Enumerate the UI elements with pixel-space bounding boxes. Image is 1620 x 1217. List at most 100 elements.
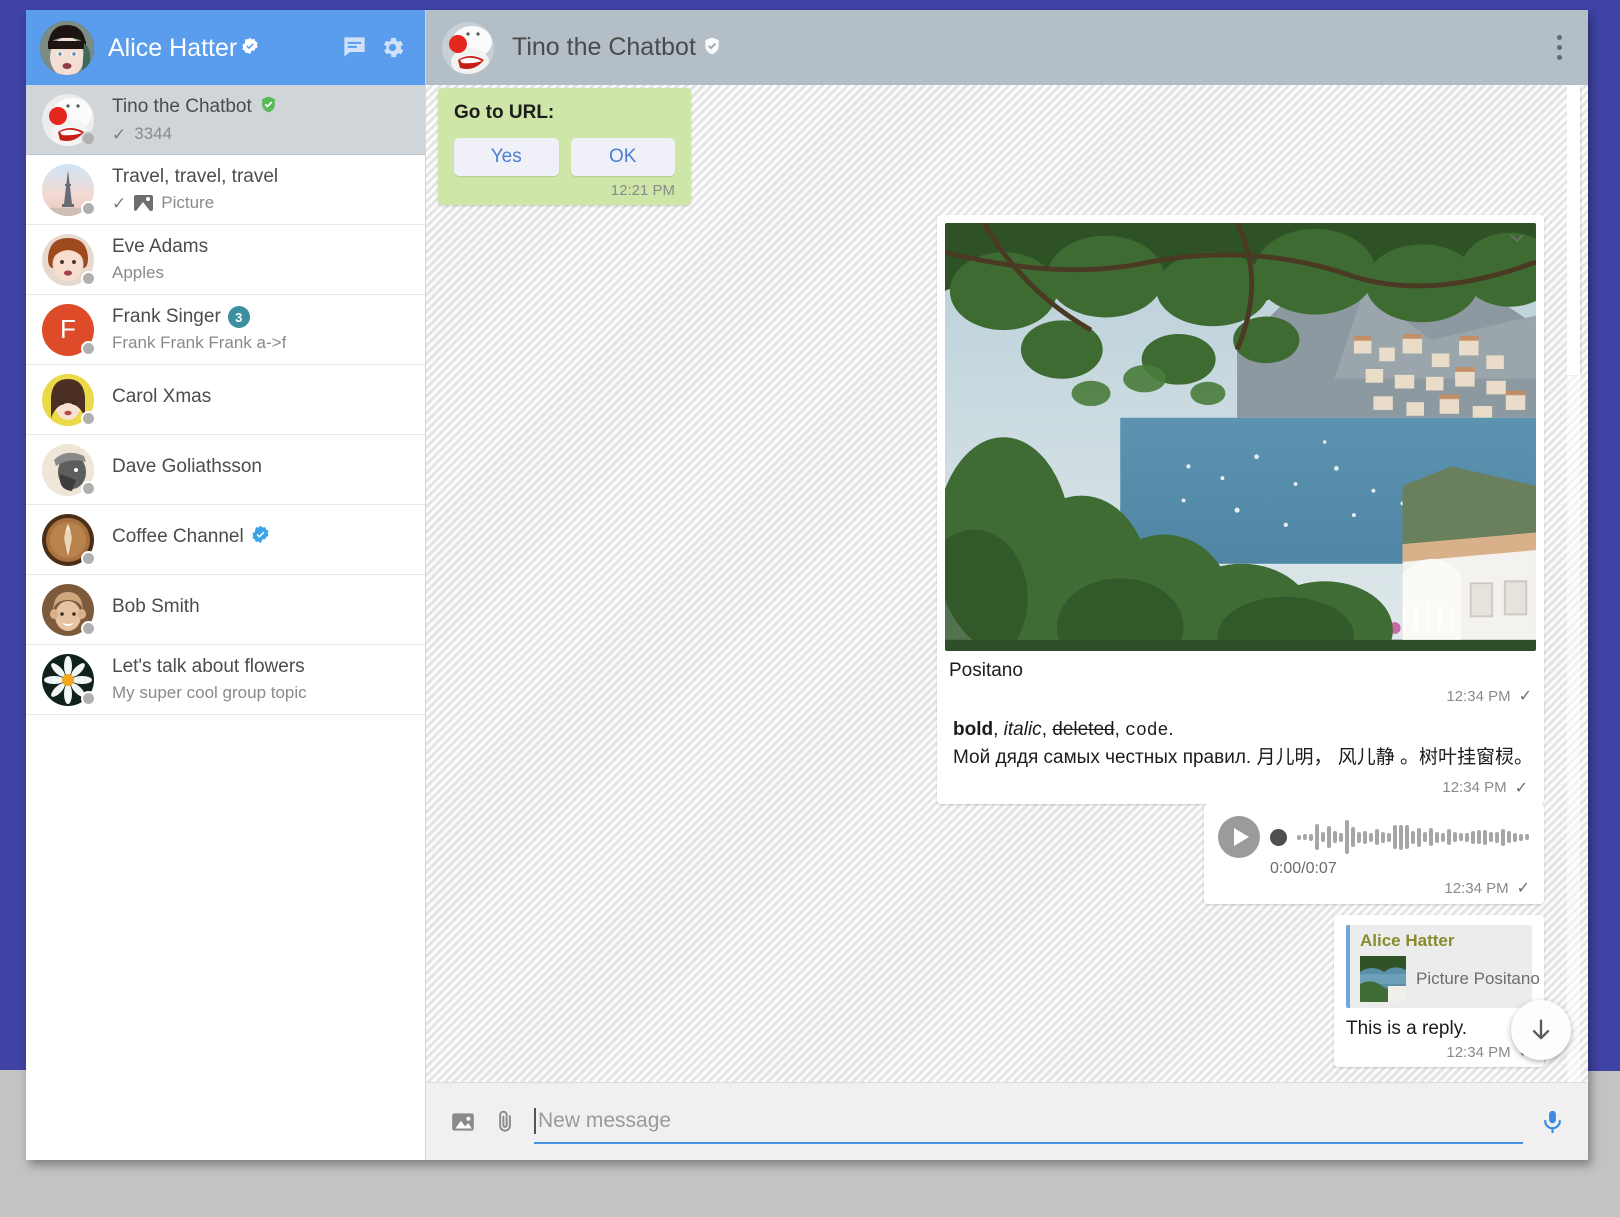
sep-3: ,	[1114, 719, 1126, 740]
chat-item-preview-row: Apples	[112, 263, 411, 283]
chat-item-body: Coffee Channel	[112, 525, 411, 554]
chat-bubble-icon[interactable]	[335, 29, 373, 67]
avatar-wrap	[42, 513, 96, 566]
status-dot	[81, 270, 96, 286]
chat-list-item-eve-adams[interactable]: Eve Adams Apples	[26, 225, 425, 295]
sep-2: ,	[1041, 719, 1053, 740]
chat-list-item-coffee-channel[interactable]: Coffee Channel	[26, 505, 425, 575]
scrollbar-thumb[interactable]	[1567, 85, 1580, 375]
chat-item-title-row: Let's talk about flowers	[112, 656, 411, 678]
chevron-down-icon[interactable]	[1510, 229, 1524, 243]
unread-badge: 3	[227, 306, 250, 328]
paperclip-icon[interactable]	[492, 1109, 518, 1135]
gear-icon[interactable]	[373, 29, 411, 67]
avatar-wrap	[42, 373, 96, 426]
avatar-wrap	[42, 233, 96, 286]
status-dot	[81, 550, 96, 566]
verified-shield-icon	[259, 95, 278, 119]
sep-1: ,	[993, 719, 1004, 740]
image-icon[interactable]	[450, 1109, 476, 1135]
photo-caption: Positano	[949, 660, 1023, 681]
microphone-icon[interactable]	[1539, 1108, 1566, 1135]
tino-chatbot-avatar[interactable]	[442, 21, 494, 74]
reply-quote[interactable]: Alice Hatter Picture Positano	[1346, 925, 1540, 1008]
chat-item-name: Bob Smith	[112, 596, 200, 617]
chat-list[interactable]: Tino the Chatbot ✓ 3344 Travel, travel, …	[26, 85, 425, 1160]
chat-item-title-row: Tino the Chatbot	[112, 95, 411, 119]
chat-item-name: Eve Adams	[112, 236, 209, 257]
keyboard-button-yes[interactable]: Yes	[454, 138, 559, 176]
chat-pane: Tino the Chatbot Go to URL: Yes OK 12:21…	[426, 10, 1588, 1160]
photo-positano[interactable]	[945, 223, 1536, 651]
strikethrough-sample: deleted	[1052, 719, 1115, 740]
sidebar-header: Alice Hatter	[26, 10, 425, 85]
chat-item-body: Carol Xmas	[112, 386, 411, 413]
message-input[interactable]	[538, 1108, 1523, 1133]
bold-sample: bold	[953, 719, 994, 740]
voice-seek-handle[interactable]	[1270, 828, 1287, 846]
sidebar: Alice Hatter Tino the Chatbot ✓ 3344 Tra…	[26, 10, 426, 1160]
play-icon[interactable]	[1218, 816, 1260, 858]
chat-item-name: Dave Goliathsson	[112, 456, 262, 477]
chat-item-title-row: Coffee Channel	[112, 525, 411, 549]
sidebar-user-name: Alice Hatter	[108, 33, 259, 63]
chat-item-title-row: Travel, travel, travel	[112, 166, 411, 188]
chat-header-title-text: Tino the Chatbot	[512, 32, 696, 61]
message-meta: 12:34 PM ✓	[1346, 1042, 1532, 1062]
message-input-wrap[interactable]	[534, 1100, 1523, 1144]
chat-item-name: Coffee Channel	[112, 526, 244, 547]
keyboard-button-row: Yes OK	[454, 138, 675, 176]
verified-shield-icon	[702, 34, 722, 63]
verified-badge-icon	[241, 33, 259, 54]
chat-item-preview: Apples	[112, 263, 164, 282]
italic-sample: italic	[1003, 719, 1042, 740]
chat-item-name: Travel, travel, travel	[112, 166, 279, 187]
voice-waveform[interactable]	[1297, 817, 1530, 857]
status-dot	[81, 480, 96, 496]
reply-quote-text: Picture Positano	[1416, 969, 1540, 988]
status-dot	[81, 410, 96, 426]
chat-item-name: Carol Xmas	[112, 386, 212, 407]
delivered-tick-icon: ✓	[1514, 779, 1528, 797]
message-voice-bubble: 0:00/0:07 12:34 PM ✓	[1204, 804, 1544, 904]
kebab-menu-icon[interactable]	[1551, 29, 1568, 66]
status-dot	[81, 340, 96, 356]
chat-list-item-carol-xmas[interactable]: Carol Xmas	[26, 365, 425, 435]
code-sample: code	[1125, 721, 1169, 741]
picture-icon	[134, 195, 154, 211]
message-scrollbar[interactable]	[1567, 85, 1580, 1082]
period: .	[1168, 719, 1174, 740]
message-list[interactable]: Go to URL: Yes OK 12:21 PM Positano 12:3…	[426, 85, 1588, 1082]
verified-badge-icon	[251, 525, 270, 549]
chat-list-item-bob-smith[interactable]: Bob Smith	[26, 575, 425, 645]
message-time: 12:21 PM	[610, 182, 675, 199]
keyboard-title: Go to URL:	[454, 102, 555, 123]
voice-player	[1218, 816, 1530, 858]
reply-quote-line: Picture Positano	[1360, 956, 1540, 1002]
message-photo-bubble: Positano 12:34 PM ✓	[937, 215, 1544, 712]
arrow-down-icon[interactable]	[1511, 1000, 1571, 1060]
avatar-initial: F	[60, 314, 76, 344]
status-dot	[81, 130, 96, 146]
status-dot	[81, 620, 96, 636]
chat-item-body: Bob Smith	[112, 596, 411, 623]
chat-item-title-row: Dave Goliathsson	[112, 456, 411, 478]
voice-position: 0:00/0:07	[1270, 860, 1337, 877]
chat-list-item-flowers[interactable]: Let's talk about flowers My super cool g…	[26, 645, 425, 715]
chat-item-preview-row: Frank Frank Frank a->f	[112, 333, 411, 353]
avatar-wrap	[42, 93, 96, 146]
keyboard-button-ok[interactable]: OK	[570, 138, 675, 176]
chat-item-body: Travel, travel, travel ✓ Picture	[112, 166, 411, 213]
reply-thumbnail	[1360, 956, 1406, 1002]
formatted-line-1: bold, italic, deleted, code.	[953, 716, 1528, 744]
alice-hatter-avatar[interactable]	[40, 20, 94, 75]
chat-item-preview: Frank Frank Frank a->f	[112, 333, 287, 352]
chat-item-title-row: Carol Xmas	[112, 386, 411, 408]
chat-list-item-frank-singer[interactable]: F Frank Singer 3 Frank Frank Frank a->f	[26, 295, 425, 365]
chat-item-name: Frank Singer	[112, 306, 221, 327]
message-keyboard-bubble: Go to URL: Yes OK 12:21 PM	[438, 88, 691, 205]
chat-list-item-dave-goliathsson[interactable]: Dave Goliathsson	[26, 435, 425, 505]
message-formatted-bubble: bold, italic, deleted, code. Мой дядя са…	[937, 702, 1544, 804]
chat-list-item-tino[interactable]: Tino the Chatbot ✓ 3344	[26, 85, 425, 155]
chat-list-item-travel[interactable]: Travel, travel, travel ✓ Picture	[26, 155, 425, 225]
